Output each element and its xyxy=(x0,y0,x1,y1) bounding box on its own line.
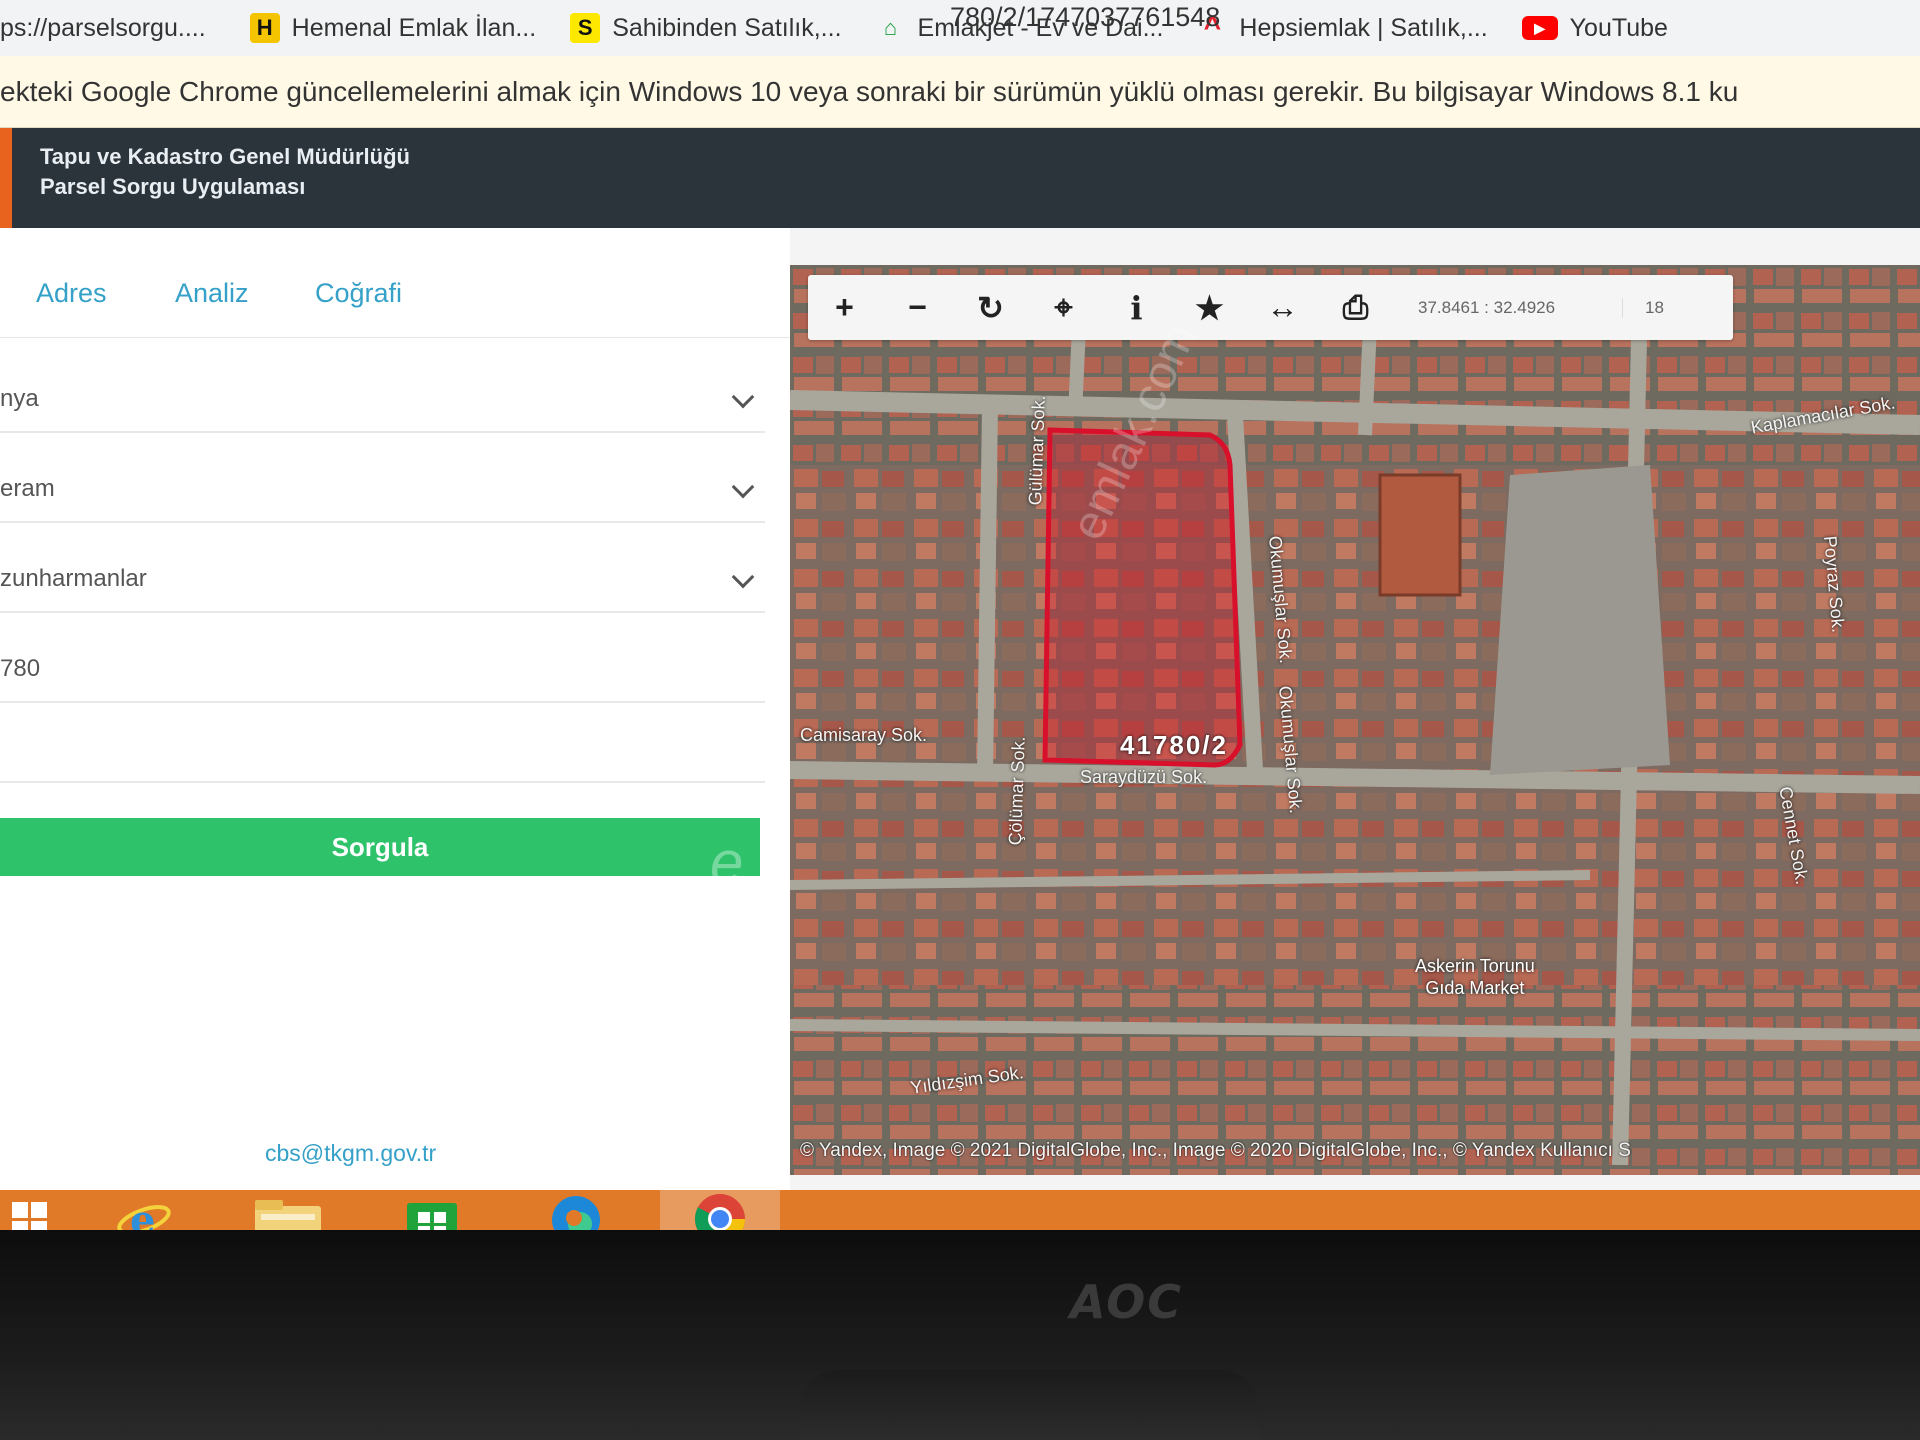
parcel-polygon xyxy=(1042,427,1243,768)
tab-cografi[interactable]: Coğrafi xyxy=(315,278,402,309)
neighborhood-select[interactable]: zunharmanlar xyxy=(0,543,765,613)
bookmarks-bar: ps://parselsorgu.... H Hemenal Emlak İla… xyxy=(0,0,1920,56)
measure-icon[interactable]: ↔ xyxy=(1246,275,1319,340)
bookmark-sahibinden[interactable]: S Sahibinden Satılık,... xyxy=(570,13,842,43)
refresh-icon[interactable]: ↻ xyxy=(954,275,1027,340)
province-value: nya xyxy=(0,385,39,412)
chrome-update-infobar: ekteki Google Chrome güncellemelerini al… xyxy=(0,56,1920,128)
query-panel: Adres Analiz Coğrafi nya eram zunharmanl… xyxy=(0,228,790,1190)
block-value: 780 xyxy=(0,655,41,682)
app-subtitle: Parsel Sorgu Uygulaması xyxy=(40,174,306,199)
print-icon[interactable]: ⎙ xyxy=(1319,275,1392,340)
bookmark-youtube[interactable]: ▶ YouTube xyxy=(1521,14,1668,43)
chevron-down-icon xyxy=(731,385,755,409)
bookmark-parselsorgu[interactable]: ps://parselsorgu.... xyxy=(0,14,206,43)
url-fragment: 780/2/1747037761548 xyxy=(950,2,1221,32)
poi-label: Askerin Torunu Gıda Market xyxy=(1415,956,1535,998)
tab-adres[interactable]: Adres xyxy=(36,278,107,309)
bookmark-hepsiemlak[interactable]: ^ Hepsiemlak | Satılık,... xyxy=(1197,11,1488,44)
district-select[interactable]: eram xyxy=(0,453,765,523)
emlakjet-logo-icon: ⌂ xyxy=(883,15,898,40)
street-label: Çölümar Sok. xyxy=(1005,736,1029,846)
sorgula-button[interactable]: Sorgula xyxy=(0,818,760,876)
zoom-out-icon[interactable]: − xyxy=(881,275,954,340)
street-label: Saraydüzü Sok. xyxy=(1080,767,1208,787)
chevron-down-icon xyxy=(731,475,755,499)
hemenal-logo-icon: H xyxy=(249,13,280,43)
app-header: Tapu ve Kadastro Genel Müdürlüğü Parsel … xyxy=(0,128,1920,228)
query-tabs: Adres Analiz Coğrafi xyxy=(0,248,790,338)
map-toolbar: + − ↻ ⌖ i ★ ↔ ⎙ 37.8461 : 32.4926 18 xyxy=(808,275,1733,340)
map-imagery xyxy=(790,265,1920,1175)
street-label: Gülümar Sok. xyxy=(1025,395,1049,506)
tab-analiz[interactable]: Analiz xyxy=(175,278,249,309)
parcel-number-label: 41780/2 xyxy=(1120,730,1228,760)
satellite-map[interactable]: + − ↻ ⌖ i ★ ↔ ⎙ 37.8461 : 32.4926 18 Gül… xyxy=(790,265,1920,1175)
district-value: eram xyxy=(0,475,55,502)
youtube-icon: ▶ xyxy=(1521,16,1558,40)
app-title: Tapu ve Kadastro Genel Müdürlüğü xyxy=(40,144,410,169)
chevron-down-icon xyxy=(731,565,755,589)
monitor-stand xyxy=(800,1370,1260,1440)
contact-email-link[interactable]: cbs@tkgm.gov.tr xyxy=(265,1140,436,1167)
infobar-text: ekteki Google Chrome güncellemelerini al… xyxy=(0,75,1739,107)
sahibinden-logo-icon: S xyxy=(570,13,601,43)
neighborhood-value: zunharmanlar xyxy=(0,565,147,592)
locate-icon[interactable]: ⌖ xyxy=(1027,275,1100,340)
coordinate-readout: 37.8461 : 32.4926 xyxy=(1418,297,1556,317)
monitor-brand-logo: AOC xyxy=(1070,1275,1184,1329)
block-input[interactable]: 780 xyxy=(0,633,765,703)
site-watermark: e xyxy=(710,829,744,896)
bookmark-hemenal[interactable]: H Hemenal Emlak İlan... xyxy=(249,13,536,43)
street-label: Camisaray Sok. xyxy=(800,725,928,745)
zoom-in-icon[interactable]: + xyxy=(808,275,881,340)
zoom-level: 18 xyxy=(1622,297,1664,318)
screen: ps://parselsorgu.... H Hemenal Emlak İla… xyxy=(0,0,1920,1240)
province-select[interactable]: nya xyxy=(0,363,765,433)
map-attribution: © Yandex, Image © 2021 DigitalGlobe, Inc… xyxy=(800,1140,1631,1161)
parcel-input[interactable] xyxy=(0,713,765,783)
